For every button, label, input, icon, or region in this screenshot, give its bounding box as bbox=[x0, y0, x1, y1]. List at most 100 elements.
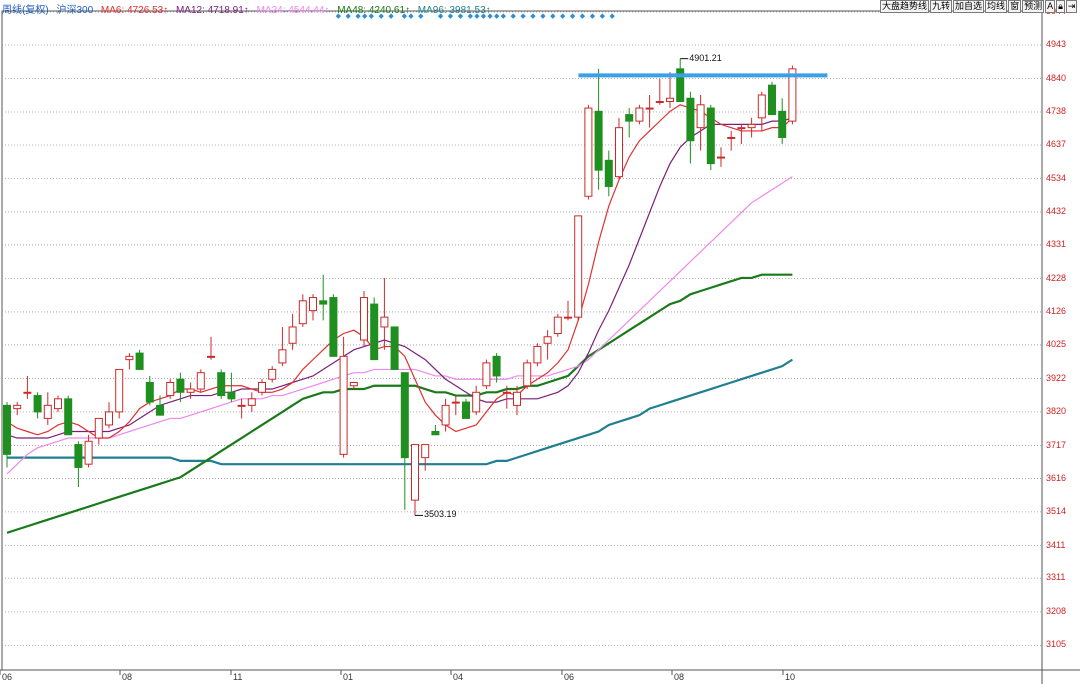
signal-marker-28: ◆ bbox=[600, 13, 606, 20]
y-tick-label-15: 3514 bbox=[1046, 505, 1067, 516]
candle-body-47 bbox=[482, 362, 491, 387]
candle-body-61 bbox=[625, 114, 634, 122]
candle-body-55 bbox=[564, 316, 572, 319]
signal-marker-23: ◆ bbox=[550, 13, 556, 20]
candle-body-13 bbox=[135, 352, 144, 370]
nine-turn-button[interactable]: 九转 bbox=[930, 0, 953, 13]
legend-ma24: MA24: 4544.44↑ bbox=[256, 5, 330, 16]
candle-body-4 bbox=[43, 404, 52, 419]
kline-chart[interactable]: ◆ ◆ ◆ ◆ ◆ ◆ ◆ ◆ ◆ ◆ ◆ ◆ ◆ ◆ ◆ ◆ ◆ ◆ ◆ ◆ ◆ ◆ ◆ ◆ ◆ ◆ ◆ ◆ ◆ ◆ bbox=[0, 0, 1080, 684]
y-tick-label-16: 3411 bbox=[1046, 539, 1066, 550]
candle-body-53 bbox=[543, 336, 552, 344]
candle-body-50 bbox=[513, 391, 521, 406]
candle-body-29 bbox=[298, 300, 307, 325]
legend-symbol: 沪深300 bbox=[56, 5, 94, 16]
candle-body-62 bbox=[635, 107, 644, 122]
candle-body-9 bbox=[94, 417, 103, 439]
candle-body-36 bbox=[370, 303, 379, 361]
candle-body-71 bbox=[727, 136, 736, 139]
candle-body-68 bbox=[696, 104, 705, 129]
signal-marker-22: ◆ bbox=[540, 13, 546, 20]
candle-body-39 bbox=[400, 372, 409, 459]
x-tick-label-1: 08 bbox=[122, 672, 133, 682]
y-tick-label-10: 4025 bbox=[1046, 338, 1067, 349]
indicator-legend: 周线(复权) 沪深300 MA6: 4726.53↑ MA12: 4718.91… bbox=[2, 1, 496, 16]
candle-body-41 bbox=[421, 444, 430, 459]
candle-body-8 bbox=[84, 440, 93, 465]
candle-body-34 bbox=[349, 381, 358, 387]
signal-marker-20: ◆ bbox=[520, 13, 526, 20]
candle-body-35 bbox=[360, 297, 368, 341]
candle-body-28 bbox=[288, 326, 297, 344]
lock-icon[interactable]: 🔒︎ bbox=[1056, 0, 1065, 13]
x-tick-label-0: 06 bbox=[2, 672, 13, 682]
forecast-button[interactable]: 预测 bbox=[1022, 0, 1045, 13]
candle-body-43 bbox=[441, 404, 450, 426]
candle-body-65 bbox=[666, 97, 674, 103]
window-button[interactable]: 窗 bbox=[1008, 0, 1022, 13]
candle-body-72 bbox=[737, 127, 746, 130]
exit-icon[interactable]: ⇥ bbox=[1065, 0, 1078, 13]
candle-body-25 bbox=[258, 381, 266, 393]
candle-body-21 bbox=[217, 372, 226, 397]
y-tick-label-18: 3208 bbox=[1046, 605, 1067, 616]
y-tick-label-8: 4228 bbox=[1046, 272, 1067, 283]
candle-body-22 bbox=[227, 391, 236, 400]
legend-ma12: MA12: 4718.91↑ bbox=[175, 5, 249, 16]
candle-body-7 bbox=[74, 444, 83, 468]
y-tick-label-7: 4331 bbox=[1046, 238, 1067, 249]
candle-body-26 bbox=[268, 368, 277, 380]
candle-body-37 bbox=[380, 316, 389, 328]
y-tick-label-6: 4432 bbox=[1046, 205, 1067, 216]
x-tick-label-7: 10 bbox=[785, 672, 796, 682]
add-watchlist-button[interactable]: 加自选 bbox=[953, 0, 985, 13]
candle-body-49 bbox=[502, 391, 511, 394]
candle-body-67 bbox=[686, 97, 695, 142]
candle-body-5 bbox=[54, 398, 62, 410]
candle-body-75 bbox=[768, 84, 776, 116]
font-size-icon[interactable]: A bbox=[1045, 0, 1056, 13]
candles bbox=[3, 58, 797, 516]
candle-body-27 bbox=[278, 349, 287, 364]
candle-body-58 bbox=[594, 110, 603, 171]
y-tick-label-1: 4943 bbox=[1046, 38, 1067, 49]
annotation-label-1: 3503.19 bbox=[424, 509, 457, 520]
ma6-line bbox=[6, 104, 793, 439]
candle-body-20 bbox=[207, 355, 215, 358]
y-tick-label-13: 3717 bbox=[1046, 439, 1067, 450]
candle-body-32 bbox=[329, 297, 338, 357]
candle-body-14 bbox=[145, 381, 154, 403]
y-tick-label-19: 3105 bbox=[1046, 639, 1067, 650]
legend-ma6: MA6: 4726.53↑ bbox=[100, 5, 169, 16]
ma48-line bbox=[6, 273, 793, 534]
trend-line-button[interactable]: 大盘趋势线 bbox=[880, 0, 930, 13]
annotation-label-0: 4901.21 bbox=[689, 52, 722, 63]
candle-body-23 bbox=[237, 404, 246, 407]
candle-body-69 bbox=[706, 107, 715, 165]
y-tick-label-11: 3922 bbox=[1046, 372, 1067, 383]
candle-body-24 bbox=[247, 398, 256, 406]
candle-body-42 bbox=[431, 430, 440, 436]
candle-body-17 bbox=[176, 378, 185, 393]
candle-body-6 bbox=[64, 398, 73, 436]
ma12-line bbox=[6, 117, 793, 439]
candle-body-56 bbox=[574, 215, 583, 318]
candle-body-31 bbox=[319, 300, 328, 305]
x-tick-label-5: 06 bbox=[564, 672, 575, 682]
x-tick-label-2: 11 bbox=[233, 672, 243, 682]
y-tick-label-5: 4534 bbox=[1046, 172, 1067, 183]
candle-body-3 bbox=[33, 395, 42, 413]
legend-ma96: MA96: 3981.53↑ bbox=[417, 5, 491, 16]
candle-body-59 bbox=[604, 159, 613, 187]
candle-body-1 bbox=[13, 404, 22, 410]
plot-frame bbox=[1, 10, 1043, 671]
candle-body-40 bbox=[411, 444, 419, 501]
grid bbox=[0, 0, 1080, 684]
candle-body-51 bbox=[523, 362, 532, 387]
y-tick-label-2: 4840 bbox=[1046, 72, 1067, 83]
candle-body-38 bbox=[390, 326, 399, 370]
moving-average-button[interactable]: 均线 bbox=[985, 0, 1008, 13]
chart-toolbar: 大盘趋势线 九转 加自选 均线 窗 预测 A 🔒︎ ⇥ bbox=[880, 0, 1078, 13]
y-tick-label-9: 4126 bbox=[1046, 305, 1067, 316]
candle-body-57 bbox=[584, 107, 593, 197]
